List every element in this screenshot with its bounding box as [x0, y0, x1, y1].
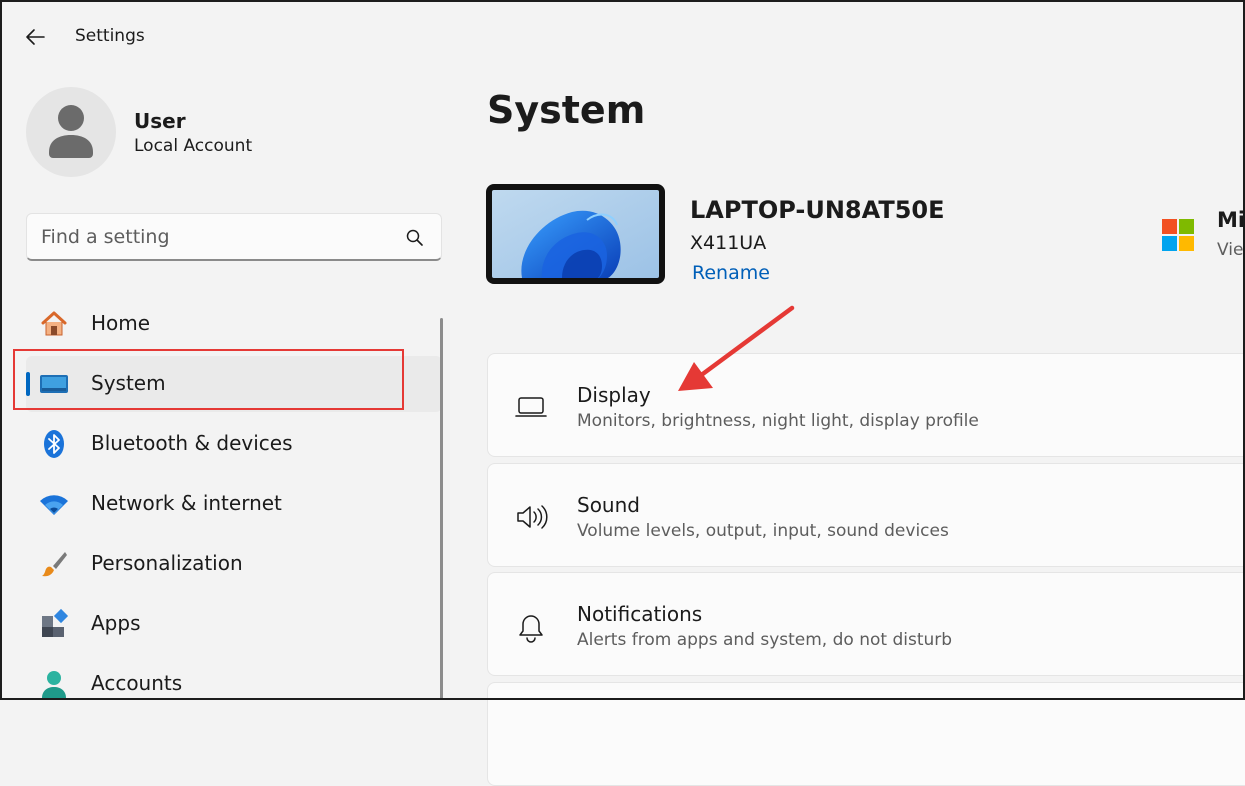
app-title: Settings [75, 26, 145, 46]
sidebar-item-personalization[interactable]: Personalization [26, 536, 442, 592]
avatar[interactable] [26, 87, 116, 177]
sidebar-item-bluetooth-devices[interactable]: Bluetooth & devices [26, 416, 442, 472]
annotation-highlight-box [13, 349, 404, 410]
notifications-settings-card[interactable]: Notifications Alerts from apps and syste… [487, 572, 1245, 676]
paintbrush-icon [42, 552, 67, 577]
speaker-icon [517, 505, 548, 529]
back-button[interactable] [22, 24, 48, 50]
card-title: Display [577, 383, 651, 407]
sidebar-item-label: Apps [91, 611, 141, 635]
laptop-icon [515, 397, 547, 417]
account-type: Local Account [134, 136, 253, 156]
person-icon [42, 671, 66, 698]
display-settings-card[interactable]: Display Monitors, brightness, night ligh… [487, 353, 1245, 457]
sidebar-item-label: Bluetooth & devices [91, 431, 293, 455]
page-title: System [487, 88, 646, 132]
home-icon [41, 311, 67, 336]
bluetooth-icon [44, 430, 64, 458]
wallpaper-bloom-image [492, 190, 659, 278]
search-box[interactable] [26, 213, 442, 261]
card-title: Sound [577, 493, 640, 517]
sidebar-item-label: Home [91, 311, 151, 335]
sidebar-scrollbar[interactable] [440, 318, 443, 700]
microsoft-365-title[interactable]: Mi [1217, 208, 1245, 232]
sidebar-item-label: Personalization [91, 551, 243, 575]
user-name: User [134, 109, 186, 133]
rename-link[interactable]: Rename [692, 262, 770, 284]
search-icon[interactable] [405, 228, 425, 248]
sidebar-item-network-internet[interactable]: Network & internet [26, 476, 442, 532]
microsoft-logo-icon [1162, 219, 1194, 251]
sidebar-item-apps[interactable]: Apps [26, 596, 442, 652]
sidebar-item-label: Network & internet [91, 491, 282, 515]
sidebar-item-label: Accounts [91, 671, 183, 695]
sidebar-item-accounts[interactable]: Accounts [26, 656, 442, 712]
microsoft-365-subtitle: Vie [1217, 240, 1244, 260]
apps-icon [42, 608, 69, 637]
bell-icon [519, 615, 543, 643]
next-settings-card[interactable] [487, 682, 1245, 786]
device-name: LAPTOP-UN8AT50E [690, 196, 945, 224]
back-arrow-icon [26, 29, 45, 45]
card-description: Alerts from apps and system, do not dist… [577, 630, 953, 650]
person-icon [49, 105, 93, 158]
sound-settings-card[interactable]: Sound Volume levels, output, input, soun… [487, 463, 1245, 567]
search-input[interactable] [41, 223, 391, 251]
card-title: Notifications [577, 602, 703, 626]
sidebar-item-home[interactable]: Home [26, 296, 442, 352]
card-description: Volume levels, output, input, sound devi… [577, 521, 949, 541]
wifi-icon [40, 495, 68, 515]
card-description: Monitors, brightness, night light, displ… [577, 411, 979, 431]
device-wallpaper-thumbnail[interactable] [486, 184, 665, 284]
device-model: X411UA [690, 232, 767, 254]
